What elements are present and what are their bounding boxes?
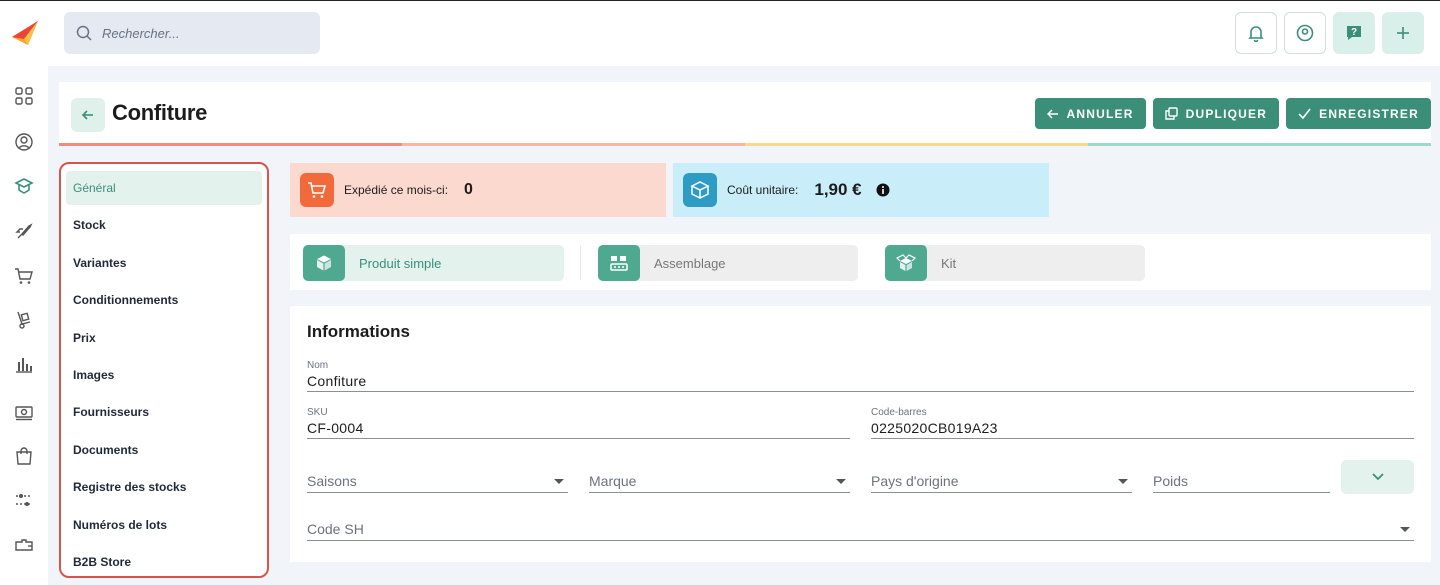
integrations-icon[interactable] xyxy=(12,534,36,558)
dashboard-icon[interactable] xyxy=(12,84,36,108)
type-divider xyxy=(580,246,581,280)
info-icon[interactable] xyxy=(876,183,890,197)
help-button[interactable]: ? xyxy=(1333,12,1375,54)
launch-icon[interactable] xyxy=(12,220,36,244)
weight-label: Poids xyxy=(1153,473,1189,489)
section-item-stock[interactable]: Stock xyxy=(66,208,262,242)
notifications-button[interactable] xyxy=(1235,12,1277,54)
copy-icon xyxy=(1164,107,1178,120)
app-logo-icon[interactable] xyxy=(10,19,40,47)
informations-title: Informations xyxy=(307,322,410,341)
section-item-stock-register[interactable]: Registre des stocks xyxy=(66,470,262,504)
settings-sliders-icon[interactable] xyxy=(12,488,36,512)
section-item-images[interactable]: Images xyxy=(66,358,262,392)
origin-country-select[interactable]: Pays d'origine xyxy=(871,467,1132,493)
section-item-packaging[interactable]: Conditionnements xyxy=(66,283,262,317)
cancel-label: ANNULER xyxy=(1066,106,1134,121)
barcode-field[interactable]: Code-barres 0225020CB019A23 xyxy=(871,407,1414,439)
section-item-b2b-store[interactable]: B2B Store xyxy=(66,545,262,579)
unit-cost-label: Coût unitaire: xyxy=(727,183,799,197)
arrow-left-icon xyxy=(1046,108,1058,119)
search-icon xyxy=(76,25,92,41)
arrow-left-icon xyxy=(81,110,93,120)
caret-down-icon xyxy=(1400,527,1410,532)
analytics-icon[interactable] xyxy=(12,352,36,376)
bell-icon xyxy=(1248,26,1264,42)
header-progress-bar xyxy=(59,143,1431,146)
section-item-lot-numbers[interactable]: Numéros de lots xyxy=(66,508,262,542)
barcode-label: Code-barres xyxy=(871,407,927,418)
unit-cost-value: 1,90 € xyxy=(814,180,862,199)
name-label: Nom xyxy=(307,360,329,371)
create-button[interactable] xyxy=(1382,12,1424,54)
delivery-icon[interactable] xyxy=(12,308,36,332)
search-box[interactable] xyxy=(64,12,320,54)
plus-icon xyxy=(1397,27,1409,39)
type-simple-product[interactable]: Produit simple xyxy=(303,245,564,281)
save-label: ENREGISTRER xyxy=(1319,106,1419,121)
shipped-value: 0 xyxy=(464,181,473,198)
section-item-prices[interactable]: Prix xyxy=(66,321,262,355)
back-button[interactable] xyxy=(71,98,105,132)
shipped-this-month-card: Expédié ce mois-ci: 0 xyxy=(290,163,666,217)
seasons-label: Saisons xyxy=(307,473,357,489)
type-assembly[interactable]: Assemblage xyxy=(598,245,858,281)
origin-label: Pays d'origine xyxy=(871,473,959,489)
caret-down-icon xyxy=(1118,479,1128,484)
weight-unit-toggle[interactable] xyxy=(1341,460,1414,494)
cancel-button[interactable]: ANNULER xyxy=(1034,98,1146,129)
caret-down-icon xyxy=(836,479,846,484)
sidebar xyxy=(0,66,48,585)
cube-icon xyxy=(303,245,345,281)
page-header: Confiture ANNULER DUPLIQUER ENREGISTRER xyxy=(59,82,1431,146)
hs-code-select[interactable]: Code SH xyxy=(307,515,1414,541)
shopping-bag-icon[interactable] xyxy=(12,444,36,468)
page-title: Confiture xyxy=(112,100,208,125)
section-item-documents[interactable]: Documents xyxy=(66,433,262,467)
hs-code-label: Code SH xyxy=(307,521,364,537)
cart-icon xyxy=(300,173,334,207)
user-circle-icon xyxy=(1296,24,1314,42)
svg-text:?: ? xyxy=(1351,27,1357,38)
caret-down-icon xyxy=(554,479,564,484)
box-icon xyxy=(683,173,717,207)
type-kit[interactable]: Kit xyxy=(885,245,1145,281)
seasons-select[interactable]: Saisons xyxy=(307,467,568,493)
duplicate-label: DUPLIQUER xyxy=(1185,106,1268,121)
check-icon xyxy=(1298,108,1311,120)
sku-field[interactable]: SKU CF-0004 xyxy=(307,407,850,439)
brand-select[interactable]: Marque xyxy=(589,467,850,493)
save-button[interactable]: ENREGISTRER xyxy=(1286,98,1431,129)
products-icon[interactable] xyxy=(12,174,36,198)
search-input[interactable] xyxy=(102,25,302,41)
help-chat-icon: ? xyxy=(1347,26,1361,40)
billing-icon[interactable] xyxy=(12,400,36,424)
barcode-value: 0225020CB019A23 xyxy=(871,420,998,436)
account-button[interactable] xyxy=(1284,12,1326,54)
section-item-suppliers[interactable]: Fournisseurs xyxy=(66,395,262,429)
contacts-icon[interactable] xyxy=(12,130,36,154)
type-assembly-label: Assemblage xyxy=(654,255,726,271)
informations-panel: Informations Nom Confiture SKU CF-0004 C… xyxy=(290,306,1431,562)
assembly-icon xyxy=(598,245,640,281)
open-box-icon xyxy=(885,245,927,281)
unit-cost-card: Coût unitaire: 1,90 € xyxy=(673,163,1049,217)
name-field[interactable]: Nom Confiture xyxy=(307,360,1414,392)
section-item-general[interactable]: Général xyxy=(66,171,262,205)
sku-label: SKU xyxy=(307,407,328,418)
shipped-label: Expédié ce mois-ci: xyxy=(344,183,449,197)
brand-label: Marque xyxy=(589,473,637,489)
weight-field[interactable]: Poids xyxy=(1153,467,1330,493)
chevron-down-icon xyxy=(1371,473,1384,481)
section-item-variants[interactable]: Variantes xyxy=(66,246,262,280)
name-value: Confiture xyxy=(307,373,367,389)
type-simple-label: Produit simple xyxy=(359,255,442,271)
product-type-selector: Produit simple Assemblage Kit xyxy=(290,234,1431,290)
section-nav: Général Stock Variantes Conditionnements… xyxy=(59,162,269,578)
top-bar: ? xyxy=(0,0,1440,66)
type-kit-label: Kit xyxy=(941,255,957,271)
cart-icon[interactable] xyxy=(12,264,36,288)
sku-value: CF-0004 xyxy=(307,420,364,436)
duplicate-button[interactable]: DUPLIQUER xyxy=(1152,98,1280,129)
